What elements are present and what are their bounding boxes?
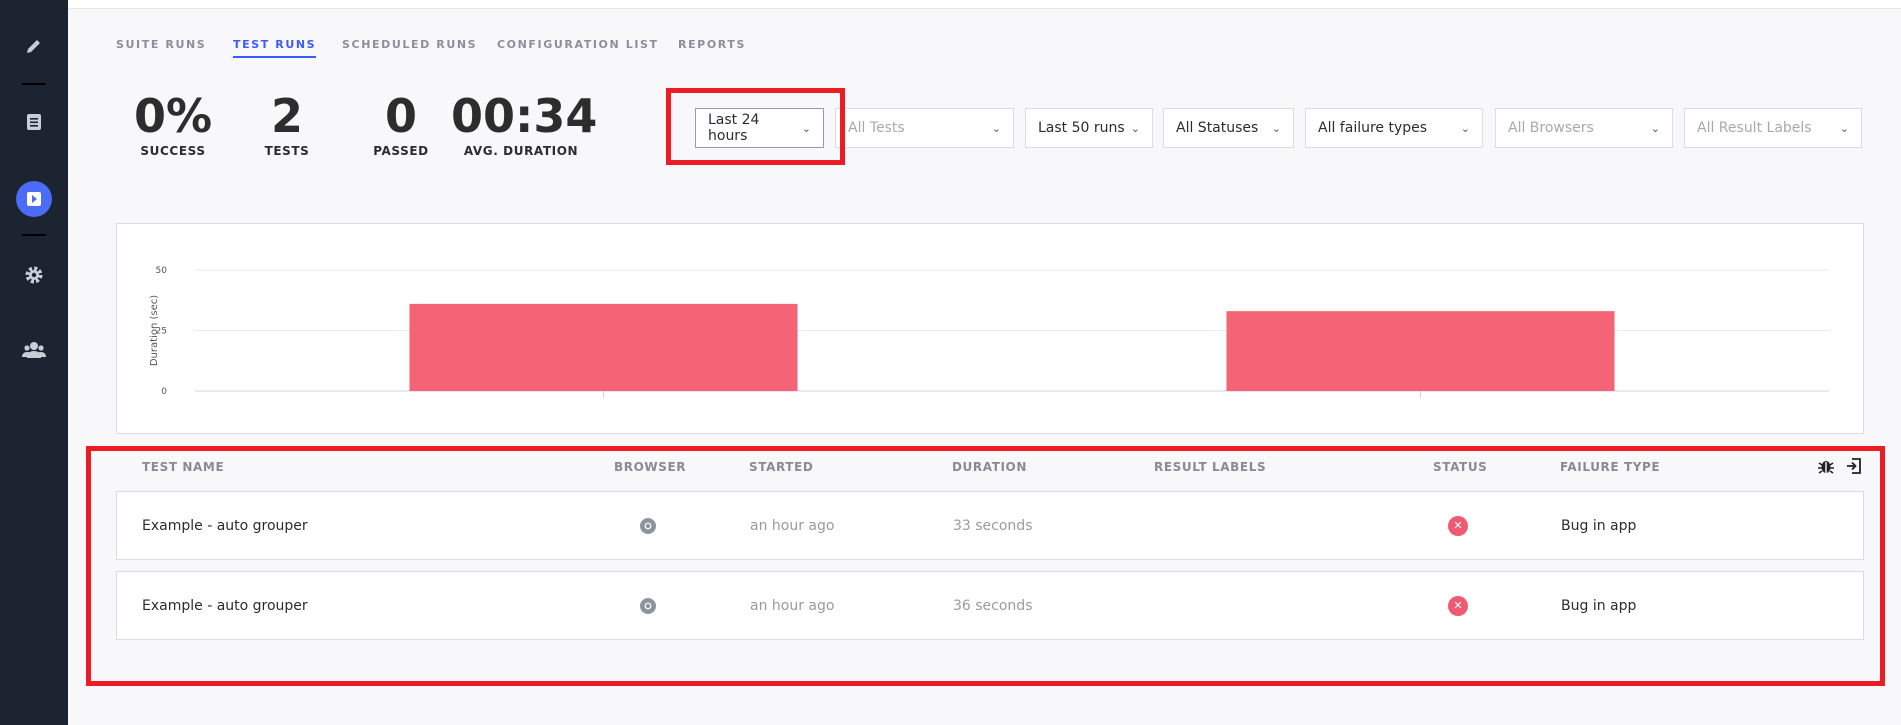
dropdown-value: All Statuses (1176, 120, 1259, 136)
result-labels-dropdown[interactable]: All Result Labels ⌄ (1684, 108, 1862, 148)
tab-reports[interactable]: REPORTS (678, 38, 746, 56)
dropdown-value: All failure types (1318, 120, 1428, 136)
stat-label: AVG. DURATION (463, 144, 579, 158)
browsers-dropdown[interactable]: All Browsers ⌄ (1495, 108, 1673, 148)
y-axis-label: Duration (sec) (149, 295, 160, 366)
chevron-down-icon: ⌄ (1271, 121, 1281, 135)
sidebar (0, 0, 68, 725)
dropdown-value: All Result Labels (1697, 120, 1812, 136)
tab-suite-runs[interactable]: SUITE RUNS (116, 38, 206, 56)
stat-label: PASSED (373, 144, 429, 158)
chevron-down-icon: ⌄ (1130, 121, 1140, 135)
tab-scheduled-runs[interactable]: SCHEDULED RUNS (342, 38, 477, 56)
pencil-icon[interactable] (0, 34, 68, 58)
y-tick-label: 50 (156, 266, 168, 276)
dropdown-value: All Browsers (1508, 120, 1594, 136)
highlight-box (86, 446, 1885, 686)
bar (1226, 311, 1615, 391)
divider (22, 234, 46, 236)
users-icon[interactable] (0, 338, 68, 362)
dropdown-value: All Tests (848, 120, 905, 136)
tests-dropdown[interactable]: All Tests ⌄ (835, 108, 1014, 148)
chevron-down-icon: ⌄ (1650, 121, 1660, 135)
bar (409, 303, 798, 391)
y-tick-label: 0 (161, 387, 167, 397)
failure-types-dropdown[interactable]: All failure types ⌄ (1305, 108, 1483, 148)
chevron-down-icon: ⌄ (1839, 121, 1849, 135)
stat-avg-duration: 00:34 AVG. DURATION (451, 89, 598, 158)
duration-chart: 0 25 50 Duration (sec) (116, 223, 1864, 434)
stat-value: 0 (384, 89, 417, 143)
tab-test-runs[interactable]: TEST RUNS (233, 38, 317, 58)
stat-value: 00:34 (451, 89, 598, 143)
test-runs-play-icon[interactable] (0, 180, 68, 218)
runs-count-dropdown[interactable]: Last 50 runs ⌄ (1025, 108, 1153, 148)
chevron-down-icon: ⌄ (1460, 121, 1470, 135)
chart-svg: 02550Duration (sec) (149, 266, 1829, 398)
stat-passed: 0 PASSED (331, 90, 471, 158)
document-icon[interactable] (0, 110, 68, 134)
top-bar (68, 0, 1901, 9)
gear-icon[interactable] (0, 263, 68, 287)
chevron-down-icon: ⌄ (991, 121, 1001, 135)
statuses-dropdown[interactable]: All Statuses ⌄ (1163, 108, 1294, 148)
dropdown-value: Last 50 runs (1038, 120, 1125, 136)
divider (22, 83, 46, 85)
tab-configuration-list[interactable]: CONFIGURATION LIST (497, 38, 659, 56)
highlight-box (666, 88, 845, 165)
